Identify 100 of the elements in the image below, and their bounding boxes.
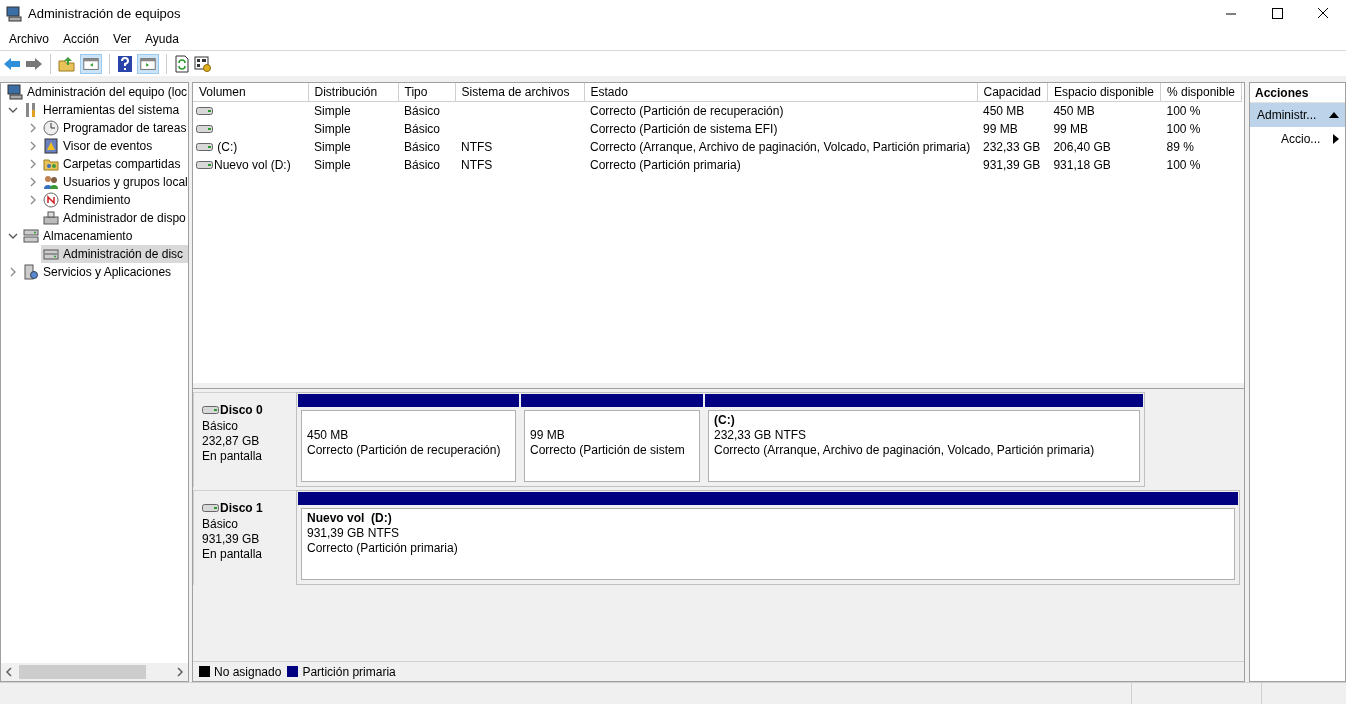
action-item[interactable]: Administr...: [1250, 103, 1345, 127]
menu-item[interactable]: Ayuda: [138, 30, 186, 48]
disk-name: Disco 0: [220, 402, 263, 419]
table-cell: 100 %: [1166, 158, 1201, 172]
tree-item[interactable]: Rendimiento: [41, 191, 188, 209]
table-cell: Básico: [404, 158, 441, 172]
action-item[interactable]: Accio...: [1250, 127, 1345, 151]
action-label: Accio...: [1281, 131, 1322, 148]
properties-icon[interactable]: [194, 54, 212, 73]
menu-item[interactable]: Archivo: [2, 30, 56, 48]
drive-icon: [202, 405, 220, 415]
drive-icon: [196, 142, 214, 152]
tree-item[interactable]: Administrador de dispo: [41, 209, 188, 227]
table-cell: Simple: [314, 104, 351, 118]
tree-item[interactable]: Programador de tareas: [41, 119, 188, 137]
column-header[interactable]: % disponible: [1160, 83, 1242, 102]
scroll-thumb[interactable]: [19, 665, 146, 679]
tree-item[interactable]: Servicios y Aplicaciones: [21, 263, 188, 281]
tree-item[interactable]: Administración de disc: [41, 245, 188, 263]
tree-item-label: Administrador de dispo: [63, 210, 186, 227]
tree-item-label: Carpetas compartidas: [63, 156, 181, 173]
tree-item-label: Almacenamiento: [43, 228, 133, 245]
tree-item-label: Administración de disc: [63, 246, 184, 263]
disk-status: En pantalla: [202, 449, 264, 464]
horizontal-scrollbar[interactable]: [1, 663, 188, 681]
column-header[interactable]: Sistema de archivos: [455, 83, 584, 102]
column-header[interactable]: Distribución: [308, 83, 398, 102]
table-cell: Básico: [404, 140, 441, 154]
tree-item[interactable]: Visor de eventos: [41, 137, 188, 155]
disk-info-panel[interactable]: Disco 1 Básico 931,39 GB En pantalla: [193, 490, 296, 585]
table-cell-text: Nuevo vol (D:): [214, 157, 291, 174]
table-cell: Simple: [314, 158, 351, 172]
users-icon: [43, 174, 59, 190]
event-log-icon: [43, 138, 59, 154]
table-cell: 931,18 GB: [1053, 158, 1111, 172]
table-cell: 100 %: [1166, 122, 1201, 136]
partition-status: Correcto (Partición primaria): [307, 541, 459, 556]
partition-block[interactable]: 99 MB Correcto (Partición de sistem: [524, 410, 700, 482]
collapse-up-icon[interactable]: [1329, 111, 1339, 119]
table-cell: 232,33 GB: [983, 140, 1041, 154]
tree-item[interactable]: Usuarios y grupos local: [41, 173, 188, 191]
partition-status: Correcto (Partición de recuperación): [307, 443, 502, 458]
back-arrow-icon[interactable]: [3, 55, 21, 72]
drive-icon: [202, 503, 220, 513]
partition-size: 232,33 GB NTFS: [714, 428, 808, 443]
partition-block[interactable]: Nuevo vol (D:) 931,39 GB NTFS Correcto (Partición primaria): [301, 508, 1235, 580]
shared-folder-icon: [43, 156, 59, 172]
tree-item[interactable]: Herramientas del sistema: [21, 101, 188, 119]
tree-item-label: Rendimiento: [63, 192, 131, 209]
disk-info-panel[interactable]: Disco 0 Básico 232,87 GB En pantalla: [193, 392, 296, 487]
clock-icon: [43, 120, 59, 136]
partition-size: 99 MB: [530, 428, 566, 443]
disk-size: 931,39 GB: [202, 532, 261, 547]
column-header[interactable]: Espacio disponible: [1047, 83, 1161, 102]
help-icon[interactable]: [117, 54, 133, 73]
table-cell: 99 MB: [983, 122, 1018, 136]
submenu-arrow-icon[interactable]: [1333, 134, 1339, 144]
refresh-icon[interactable]: [174, 54, 190, 73]
column-header[interactable]: Tipo: [398, 83, 455, 102]
tree-item-label: Administración del equipo (loc: [27, 84, 188, 101]
tree-item-label: Usuarios y grupos local: [63, 174, 188, 191]
column-header[interactable]: Estado: [584, 83, 977, 102]
table-cell-text: (C:): [216, 139, 238, 156]
column-header[interactable]: Volumen: [193, 83, 308, 102]
table-cell: 206,40 GB: [1053, 140, 1111, 154]
partition-status: Correcto (Arranque, Archivo de paginación, Volcado, Partición primaria): [714, 443, 1096, 458]
table-cell: Básico: [404, 104, 441, 118]
disk-type: Básico: [202, 517, 240, 532]
table-cell: Correcto (Partición de recuperación): [590, 104, 784, 118]
table-cell: 931,39 GB: [983, 158, 1041, 172]
window-title: Administración de equipos: [28, 5, 181, 24]
gauge-icon: [43, 192, 59, 208]
table-cell: Simple: [314, 140, 351, 154]
table-cell: NTFS: [461, 158, 493, 172]
computer-icon: [6, 6, 22, 22]
partition-block[interactable]: 450 MB Correcto (Partición de recuperación): [301, 410, 516, 482]
legend-label: No asignado: [214, 663, 282, 681]
table-cell: 89 %: [1166, 140, 1194, 154]
tree-item-label: Programador de tareas: [63, 120, 187, 137]
panel-icon[interactable]: [137, 53, 159, 74]
tree-item[interactable]: Almacenamiento: [21, 227, 188, 245]
partition-status: Correcto (Partición de sistem: [530, 443, 686, 458]
disk-status: En pantalla: [202, 547, 264, 562]
drive-icon: [196, 124, 214, 134]
column-header[interactable]: Capacidad: [977, 83, 1048, 102]
forward-arrow-icon[interactable]: [25, 55, 43, 72]
table-cell: Simple: [314, 122, 351, 136]
table-cell: NTFS: [461, 140, 493, 154]
partition-block[interactable]: (C:) 232,33 GB NTFS Correcto (Arranque, Archivo de paginación, Volcado, Partición primaria): [708, 410, 1140, 482]
tree-item[interactable]: Carpetas compartidas: [41, 155, 188, 173]
panel-icon[interactable]: [80, 53, 102, 74]
device-icon: [43, 210, 59, 226]
menu-item[interactable]: Acción: [56, 30, 107, 48]
table-cell: Correcto (Partición de sistema EFI): [590, 122, 778, 136]
storage-icon: [23, 228, 39, 244]
tree-item[interactable]: Administración del equipo (loc: [5, 83, 188, 101]
legend-label: Partición primaria: [302, 663, 396, 681]
folder-up-icon[interactable]: [58, 55, 76, 72]
menu-item[interactable]: Ver: [106, 30, 139, 48]
table-cell: Básico: [404, 122, 441, 136]
